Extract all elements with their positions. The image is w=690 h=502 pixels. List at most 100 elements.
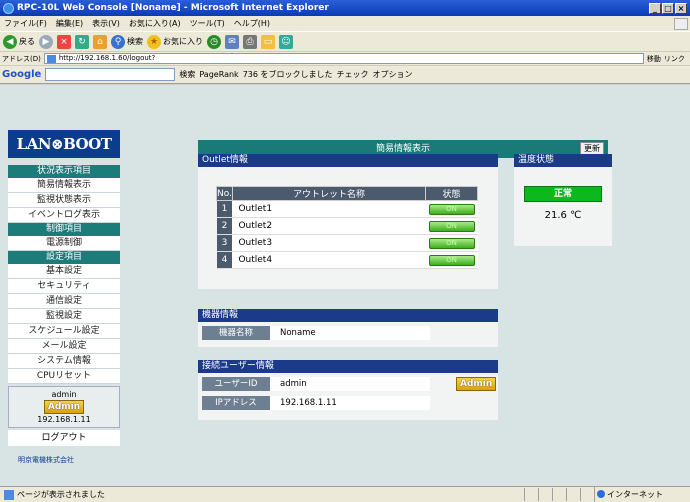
sidebar-item-communication[interactable]: 通信設定 — [8, 294, 120, 309]
sidebar-item-event-log[interactable]: イベントログ表示 — [8, 208, 120, 223]
spellcheck-button[interactable]: チェック — [337, 69, 369, 80]
outlet-name: Outlet2 — [232, 217, 426, 235]
device-info-panel: 機器情報 機器名称 Noname — [198, 309, 498, 347]
messenger-button[interactable]: ☺ — [279, 34, 293, 49]
maximize-button[interactable]: □ — [662, 2, 674, 14]
status-cell — [538, 488, 552, 501]
temperature-panel-header: 温度状態 — [514, 154, 612, 167]
status-bar: ページが表示されました インターネット — [0, 486, 690, 502]
options-button[interactable]: オプション — [373, 69, 413, 80]
device-name-value: Noname — [270, 326, 430, 340]
status-cell — [552, 488, 566, 501]
address-label: アドレス(D) — [2, 54, 41, 63]
minimize-button[interactable]: _ — [649, 2, 661, 14]
sidebar-item-basic-settings[interactable]: 基本設定 — [8, 264, 120, 279]
outlet-no: 3 — [216, 234, 233, 252]
outlet-name: Outlet4 — [232, 251, 426, 269]
history-button[interactable]: ◷ — [207, 34, 221, 49]
admin-badge: Admin — [43, 400, 85, 414]
back-arrow-icon: ◀ — [3, 34, 17, 49]
menu-help[interactable]: ヘルプ(H) — [234, 18, 270, 29]
favorites-button[interactable]: ★ お気に入り — [147, 34, 203, 49]
outlet-name: Outlet1 — [232, 200, 426, 218]
sidebar-header-control: 制御項目 — [8, 223, 120, 236]
google-toolbar: Google 検索 PageRank 736 をブロックしました チェック オプ… — [0, 65, 690, 84]
outlet-state-indicator: ON — [428, 220, 475, 232]
mail-button[interactable]: ✉ — [225, 34, 239, 49]
refresh-page-button[interactable]: ↻ — [75, 34, 89, 49]
outlet-state-indicator: ON — [428, 237, 475, 249]
outlet-table-header: No. アウトレット名称 状態 — [216, 186, 478, 201]
print-button[interactable]: ⎙ — [243, 34, 257, 49]
page-title: 簡易情報表示 — [375, 144, 430, 154]
close-button[interactable]: × — [675, 2, 687, 14]
outlet-panel: Outlet情報 No. アウトレット名称 状態 1 Outlet1 ON 2 … — [198, 154, 498, 289]
menu-file[interactable]: ファイル(F) — [4, 18, 47, 29]
ip-address-value: 192.168.1.11 — [270, 396, 430, 410]
outlet-no: 2 — [216, 217, 233, 235]
table-row: 4 Outlet4 ON — [216, 251, 478, 269]
sidebar-item-power-control[interactable]: 電源制御 — [8, 236, 120, 251]
temperature-status-badge: 正常 — [524, 186, 602, 202]
temperature-value: 21.6 ℃ — [544, 210, 582, 221]
col-no: No. — [216, 186, 233, 201]
folder-button[interactable]: ▭ — [261, 34, 275, 49]
table-row: 2 Outlet2 ON — [216, 217, 478, 235]
outlet-panel-header: Outlet情報 — [198, 154, 498, 167]
connection-panel-header: 接続ユーザー情報 — [198, 360, 498, 373]
sidebar-item-system-info[interactable]: システム情報 — [8, 354, 120, 369]
menu-favorites[interactable]: お気に入り(A) — [129, 18, 181, 29]
col-outlet-name: アウトレット名称 — [231, 186, 427, 201]
google-search-button[interactable]: 検索 — [179, 69, 195, 80]
windows-flag-icon — [674, 17, 688, 30]
menu-view[interactable]: 表示(V) — [92, 18, 120, 29]
page-content: LAN⊗BOOT 状況表示項目 簡易情報表示 監視状態表示 イベントログ表示 制… — [0, 85, 690, 486]
address-input[interactable]: http://192.168.1.60/logout? — [43, 53, 644, 64]
menu-tools[interactable]: ツール(T) — [190, 18, 225, 29]
forward-button[interactable]: ▶ — [39, 34, 53, 49]
table-row: 3 Outlet3 ON — [216, 234, 478, 252]
menu-edit[interactable]: 編集(E) — [56, 18, 83, 29]
stop-button[interactable]: × — [57, 34, 71, 49]
status-cell — [524, 488, 538, 501]
search-icon: ⚲ — [111, 34, 125, 49]
address-bar: アドレス(D) http://192.168.1.60/logout? 移動 リ… — [0, 51, 690, 65]
sidebar-header-status: 状況表示項目 — [8, 165, 120, 178]
links-button[interactable]: リンク — [664, 54, 685, 64]
device-name-label: 機器名称 — [202, 326, 270, 340]
google-logo: Google — [2, 69, 42, 80]
sidebar-item-simple-info[interactable]: 簡易情報表示 — [8, 178, 120, 193]
user-info-box: admin Admin 192.168.1.11 — [8, 386, 120, 428]
status-cell — [580, 488, 594, 501]
window-titlebar: RPC-10L Web Console [Noname] - Microsoft… — [0, 0, 690, 16]
back-button[interactable]: ◀ 戻る — [3, 34, 35, 49]
logout-link[interactable]: ログアウト — [8, 430, 120, 446]
address-url: http://192.168.1.60/logout? — [58, 54, 156, 62]
internet-zone: インターネット — [594, 487, 690, 502]
sidebar-item-monitor-status[interactable]: 監視状態表示 — [8, 193, 120, 208]
sidebar-item-schedule[interactable]: スケジュール設定 — [8, 324, 120, 339]
outlet-no: 4 — [216, 251, 233, 269]
search-button[interactable]: ⚲ 検索 — [111, 34, 143, 49]
connection-admin-badge: Admin — [456, 377, 497, 391]
user-id-label: ユーザーID — [202, 377, 270, 391]
page-icon — [46, 55, 56, 63]
device-panel-header: 機器情報 — [198, 309, 498, 322]
sidebar-menu: 状況表示項目 簡易情報表示 監視状態表示 イベントログ表示 制御項目 電源制御 … — [8, 165, 120, 446]
google-search-input[interactable] — [45, 68, 176, 81]
sidebar: LAN⊗BOOT 状況表示項目 簡易情報表示 監視状態表示 イベントログ表示 制… — [0, 85, 128, 486]
sidebar-item-mail-settings[interactable]: メール設定 — [8, 339, 120, 354]
sidebar-item-monitor-settings[interactable]: 監視設定 — [8, 309, 120, 324]
sidebar-header-settings: 設定項目 — [8, 251, 120, 264]
popup-blocked-button[interactable]: 736 をブロックしました — [243, 69, 333, 80]
ip-address-label: IPアドレス — [202, 396, 270, 410]
go-button[interactable]: 移動 — [647, 54, 661, 64]
sidebar-item-cpu-reset[interactable]: CPUリセット — [8, 369, 120, 384]
status-cell — [566, 488, 580, 501]
user-ip: 192.168.1.11 — [37, 415, 91, 424]
page-done-icon — [4, 489, 14, 500]
outlet-table: No. アウトレット名称 状態 1 Outlet1 ON 2 Outlet2 O… — [216, 186, 478, 269]
sidebar-item-security[interactable]: セキュリティ — [8, 279, 120, 294]
home-button[interactable]: ⌂ — [93, 34, 107, 49]
user-id-value: admin — [270, 377, 430, 391]
